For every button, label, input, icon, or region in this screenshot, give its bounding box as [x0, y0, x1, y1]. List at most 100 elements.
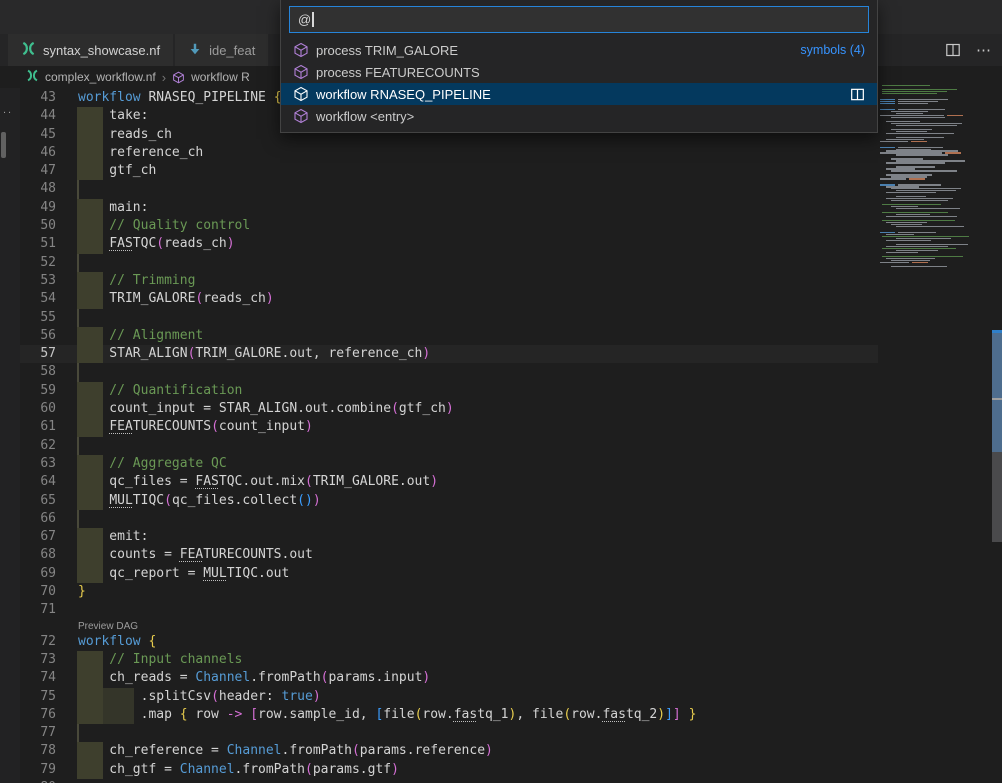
open-to-side-icon[interactable]: [850, 87, 865, 102]
minimap[interactable]: [878, 85, 986, 645]
line-number: 77: [20, 724, 56, 742]
split-editor-icon[interactable]: [945, 42, 961, 58]
code-line-73: 73 // Input channels: [20, 651, 878, 669]
line-number: 73: [20, 651, 56, 669]
line-number: 67: [20, 528, 56, 546]
code-line-50: 50 // Quality control: [20, 217, 878, 235]
breadcrumb-symbol[interactable]: workflow R: [191, 70, 250, 84]
quick-open-input[interactable]: @: [289, 6, 869, 33]
line-number: 45: [20, 126, 56, 144]
line-number: 74: [20, 669, 56, 687]
line-number: 75: [20, 688, 56, 706]
code-line-71: 71: [20, 601, 878, 619]
code-line-77: 77: [20, 724, 878, 742]
code-line-65: 65 MULTIQC(qc_files.collect()): [20, 492, 878, 510]
line-number: 49: [20, 199, 56, 217]
line-number: 61: [20, 418, 56, 436]
tab-syntax-showcase[interactable]: syntax_showcase.nf: [8, 34, 175, 66]
line-number: 56: [20, 327, 56, 345]
text-cursor: [312, 12, 314, 27]
quick-open-item-label: workflow <entry>: [316, 109, 414, 124]
quick-open-item-0[interactable]: process TRIM_GALORE symbols (4): [281, 39, 877, 61]
code-line-47: 47 gtf_ch: [20, 162, 878, 180]
breadcrumb: complex_workflow.nf › workflow R: [26, 66, 250, 88]
nextflow-logo-icon: [26, 69, 39, 85]
code-line-49: 49 main:: [20, 199, 878, 217]
scrollbar-thumb[interactable]: [992, 330, 1002, 452]
code-line-76: 76 .map { row -> [row.sample_id, [file(r…: [20, 706, 878, 724]
code-line-66: 66: [20, 510, 878, 528]
code-line-54: 54 TRIM_GALORE(reads_ch): [20, 290, 878, 308]
symbol-cube-icon: [293, 42, 309, 58]
rail-scrollbar-thumb[interactable]: [1, 132, 6, 158]
overview-section-marker: [992, 452, 1002, 542]
breadcrumb-separator: ›: [162, 70, 166, 85]
line-number: 76: [20, 706, 56, 724]
quick-open-item-3[interactable]: workflow <entry>: [281, 105, 877, 127]
quick-open-item-1[interactable]: process FEATURECOUNTS: [281, 61, 877, 83]
rail-overflow-label: ..: [3, 104, 13, 116]
line-number: 57: [20, 345, 56, 363]
quick-open-query: @: [298, 12, 311, 27]
line-number: 72: [20, 633, 56, 651]
code-editor[interactable]: 43workflow RNASEQ_PIPELINE {44 take:45 r…: [20, 89, 878, 783]
tab-ide-feat[interactable]: ide_feat: [175, 34, 270, 66]
code-line-55: 55: [20, 309, 878, 327]
line-number: 59: [20, 382, 56, 400]
code-line-68: 68 counts = FEATURECOUNTS.out: [20, 546, 878, 564]
code-line-48: 48: [20, 180, 878, 198]
line-number: 43: [20, 89, 56, 107]
left-rail: ..: [0, 88, 20, 783]
line-number: 60: [20, 400, 56, 418]
line-number: 63: [20, 455, 56, 473]
line-number: 58: [20, 363, 56, 381]
code-line-57: 57 STAR_ALIGN(TRIM_GALORE.out, reference…: [20, 345, 878, 363]
line-number: 55: [20, 309, 56, 327]
code-line-63: 63 // Aggregate QC: [20, 455, 878, 473]
line-number: 52: [20, 254, 56, 272]
line-number: 78: [20, 742, 56, 760]
quick-open-list: process TRIM_GALORE symbols (4) process FE…: [281, 39, 877, 127]
line-number: 71: [20, 601, 56, 619]
code-line-56: 56 // Alignment: [20, 327, 878, 345]
code-line-51: 51 FASTQC(reads_ch): [20, 235, 878, 253]
code-line-75: 75 .splitCsv(header: true): [20, 688, 878, 706]
line-number: 48: [20, 180, 56, 198]
nextflow-logo-icon: [21, 41, 36, 59]
code-line-79: 79 ch_gtf = Channel.fromPath(params.gtf): [20, 761, 878, 779]
line-number: 51: [20, 235, 56, 253]
code-line-67: 67 emit:: [20, 528, 878, 546]
code-line-60: 60 count_input = STAR_ALIGN.out.combine(…: [20, 400, 878, 418]
symbols-count-badge: symbols (4): [800, 43, 865, 57]
code-line-69: 69 qc_report = MULTIQC.out: [20, 565, 878, 583]
line-number: 64: [20, 473, 56, 491]
line-number: 50: [20, 217, 56, 235]
breadcrumb-file[interactable]: complex_workflow.nf: [45, 70, 156, 84]
code-line-74: 74 ch_reads = Channel.fromPath(params.in…: [20, 669, 878, 687]
code-line-46: 46 reference_ch: [20, 144, 878, 162]
line-number: 47: [20, 162, 56, 180]
quick-open-item-label: workflow RNASEQ_PIPELINE: [316, 87, 491, 102]
symbol-cube-icon: [293, 108, 309, 124]
line-number: 53: [20, 272, 56, 290]
more-actions-icon[interactable]: ⋯: [976, 41, 992, 59]
code-lens-preview-dag[interactable]: Preview DAG: [20, 620, 878, 633]
code-lines: 43workflow RNASEQ_PIPELINE {44 take:45 r…: [20, 89, 878, 783]
code-line-72: 72workflow {: [20, 633, 878, 651]
line-number: 79: [20, 761, 56, 779]
tab-label: ide_feat: [209, 43, 255, 58]
line-number: 68: [20, 546, 56, 564]
quick-open-widget: @ process TRIM_GALOREsymbols (4)process …: [280, 0, 878, 133]
line-number: 69: [20, 565, 56, 583]
code-line-52: 52: [20, 254, 878, 272]
symbol-cube-icon: [293, 86, 309, 102]
line-number: 46: [20, 144, 56, 162]
line-number: 62: [20, 437, 56, 455]
quick-open-item-2[interactable]: workflow RNASEQ_PIPELINE: [281, 83, 877, 105]
code-line-78: 78 ch_reference = Channel.fromPath(param…: [20, 742, 878, 760]
scrollbar-thumb-top: [992, 330, 1002, 333]
quick-open-item-label: process TRIM_GALORE: [316, 43, 458, 58]
symbol-cube-icon: [172, 71, 185, 84]
tab-label: syntax_showcase.nf: [43, 43, 160, 58]
code-line-64: 64 qc_files = FASTQC.out.mix(TRIM_GALORE…: [20, 473, 878, 491]
